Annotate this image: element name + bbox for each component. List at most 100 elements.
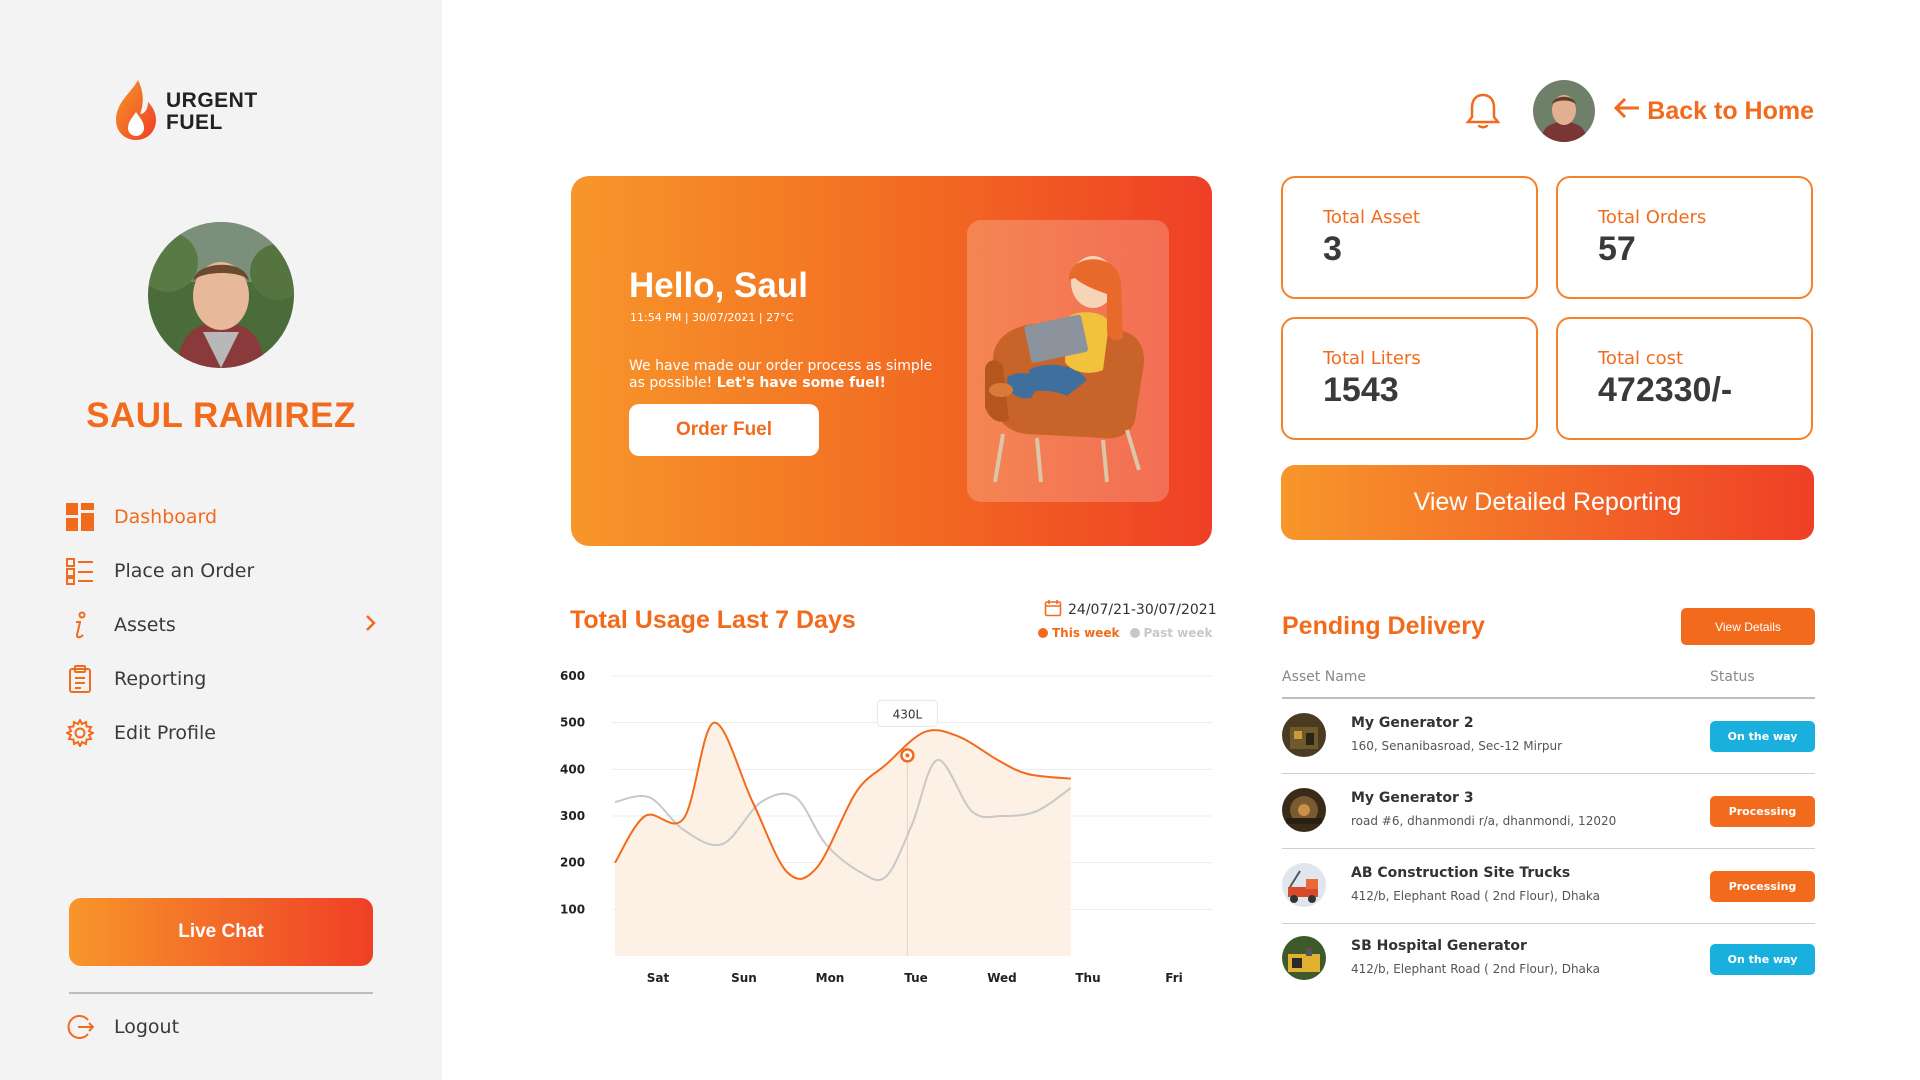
chevron-right-icon[interactable] xyxy=(364,614,376,637)
chart-date-range[interactable]: 24/07/21-30/07/2021 xyxy=(1044,599,1217,621)
legend-past-week[interactable]: Past week xyxy=(1129,626,1213,640)
status-badge: Processing xyxy=(1710,871,1815,902)
stat-value: 57 xyxy=(1598,230,1636,268)
stat-value: 1543 xyxy=(1323,371,1399,409)
chart-legend: This week Past week xyxy=(1038,626,1213,640)
pending-row[interactable]: AB Construction Site Trucks 412/b, Eleph… xyxy=(1282,849,1815,923)
sidebar-item-edit-profile[interactable]: Edit Profile xyxy=(66,706,376,760)
stat-card-total-liters[interactable]: Total Liters 1543 xyxy=(1281,317,1538,440)
logo[interactable]: URGENT FUEL xyxy=(112,78,258,146)
profile-avatar xyxy=(148,222,294,368)
flame-logo-icon xyxy=(112,78,160,146)
header-avatar[interactable] xyxy=(1533,80,1596,142)
x-tick-label: Tue xyxy=(904,971,928,985)
x-tick-label: Mon xyxy=(816,971,845,985)
y-tick-label: 600 xyxy=(560,669,585,683)
logo-line-2: FUEL xyxy=(166,111,223,134)
asset-thumbnail xyxy=(1282,788,1326,832)
status-badge: On the way xyxy=(1710,944,1815,975)
pending-row[interactable]: My Generator 3 road #6, dhanmondi r/a, d… xyxy=(1282,774,1815,848)
stat-card-total-cost[interactable]: Total cost 472330/- xyxy=(1556,317,1813,440)
asset-name: SB Hospital Generator xyxy=(1351,938,1527,954)
stat-card-total-asset[interactable]: Total Asset 3 xyxy=(1281,176,1538,299)
asset-name: My Generator 3 xyxy=(1351,790,1474,806)
live-chat-button[interactable]: Live Chat xyxy=(69,898,373,966)
pending-row[interactable]: My Generator 2 160, Senanibasroad, Sec-1… xyxy=(1282,699,1815,773)
sidebar-nav: Dashboard Place an Order Assets Reportin… xyxy=(66,490,376,760)
welcome-banner: Hello, Saul 11:54 PM | 30/07/2021 | 27°C… xyxy=(571,176,1212,546)
legend-this-week[interactable]: This week xyxy=(1038,626,1120,640)
back-to-home-link[interactable]: Back to Home xyxy=(1613,96,1814,127)
tooltip-label: 430L xyxy=(893,707,923,721)
gear-icon xyxy=(66,719,94,747)
asset-thumbnail xyxy=(1282,713,1326,757)
sidebar-item-label: Assets xyxy=(114,614,176,636)
user-name: SAUL RAMIREZ xyxy=(86,396,356,435)
y-tick-label: 500 xyxy=(560,716,585,730)
pending-row[interactable]: SB Hospital Generator 412/b, Elephant Ro… xyxy=(1282,922,1815,996)
x-tick-label: Sat xyxy=(647,971,670,985)
asset-thumbnail xyxy=(1282,863,1326,907)
sidebar-item-label: Reporting xyxy=(114,668,207,690)
y-tick-label: 400 xyxy=(560,762,585,776)
chart-title: Total Usage Last 7 Days xyxy=(570,606,856,634)
asset-address: road #6, dhanmondi r/a, dhanmondi, 12020 xyxy=(1351,814,1617,828)
legend-dot-this-week xyxy=(1038,628,1048,638)
dashboard-grid-icon xyxy=(66,503,94,531)
sidebar-item-reporting[interactable]: Reporting xyxy=(66,652,376,706)
y-tick-label: 100 xyxy=(560,902,585,916)
y-tick-label: 200 xyxy=(560,856,585,870)
column-header-asset-name: Asset Name xyxy=(1282,669,1367,685)
view-details-button[interactable]: View Details xyxy=(1681,608,1815,645)
asset-name: My Generator 2 xyxy=(1351,715,1474,731)
logo-text: URGENT FUEL xyxy=(166,90,258,134)
sidebar-item-label: Place an Order xyxy=(114,560,255,582)
order-fuel-button[interactable]: Order Fuel xyxy=(629,404,819,456)
x-tick-label: Thu xyxy=(1075,971,1100,985)
clipboard-icon xyxy=(66,665,94,693)
bell-icon[interactable] xyxy=(1463,91,1503,131)
welcome-message-bold: Let's have some fuel! xyxy=(716,375,886,391)
sidebar-item-place-order[interactable]: Place an Order xyxy=(66,544,376,598)
legend-label: This week xyxy=(1052,626,1120,640)
greeting-meta: 11:54 PM | 30/07/2021 | 27°C xyxy=(630,311,794,324)
info-icon xyxy=(66,611,94,639)
stat-value: 3 xyxy=(1323,230,1342,268)
logout-icon xyxy=(66,1013,94,1041)
date-range-label: 24/07/21-30/07/2021 xyxy=(1068,602,1217,618)
x-tick-label: Fri xyxy=(1165,971,1182,985)
greeting: Hello, Saul xyxy=(629,266,808,305)
stat-value: 472330/- xyxy=(1598,371,1733,409)
stat-card-total-orders[interactable]: Total Orders 57 xyxy=(1556,176,1813,299)
y-tick-label: 300 xyxy=(560,809,585,823)
stat-label: Total Liters xyxy=(1323,348,1421,369)
sidebar-item-assets[interactable]: Assets xyxy=(66,598,376,652)
asset-address: 160, Senanibasroad, Sec-12 Mirpur xyxy=(1351,739,1563,753)
legend-label: Past week xyxy=(1143,626,1213,640)
back-to-home-label: Back to Home xyxy=(1647,96,1814,125)
woman-in-chair-illustration xyxy=(985,256,1144,483)
x-tick-label: Wed xyxy=(987,971,1017,985)
logo-line-1: URGENT xyxy=(166,89,258,112)
sidebar: URGENT FUEL SAUL RAMIREZ Dashboard Place… xyxy=(0,0,442,1080)
area-this-week xyxy=(615,722,1071,956)
sidebar-divider xyxy=(69,992,373,994)
pending-delivery-title: Pending Delivery xyxy=(1282,612,1485,640)
stat-label: Total cost xyxy=(1598,348,1684,369)
asset-address: 412/b, Elephant Road ( 2nd Flour), Dhaka xyxy=(1351,889,1601,903)
illustration-card xyxy=(967,220,1169,502)
legend-dot-past-week xyxy=(1129,628,1140,638)
logout-button[interactable]: Logout xyxy=(66,1013,179,1041)
usage-chart: 100 200 300 400 500 600 Sat Sun Mon Tue Wed Thu Fri 4… xyxy=(560,669,1212,985)
sidebar-item-label: Dashboard xyxy=(114,506,218,528)
asset-address: 412/b, Elephant Road ( 2nd Flour), Dhaka xyxy=(1351,962,1601,976)
checklist-icon xyxy=(66,557,94,585)
highlight-point-center xyxy=(905,753,910,758)
status-badge: Processing xyxy=(1710,796,1815,827)
arrow-left-icon xyxy=(1613,96,1641,127)
sidebar-item-dashboard[interactable]: Dashboard xyxy=(66,490,376,544)
app-root: URGENT FUEL SAUL RAMIREZ Dashboard Place… xyxy=(0,0,1920,1080)
logout-label: Logout xyxy=(114,1016,180,1038)
welcome-message: We have made our order process as simple… xyxy=(629,358,949,392)
view-detailed-reporting-button[interactable]: View Detailed Reporting xyxy=(1281,465,1814,540)
